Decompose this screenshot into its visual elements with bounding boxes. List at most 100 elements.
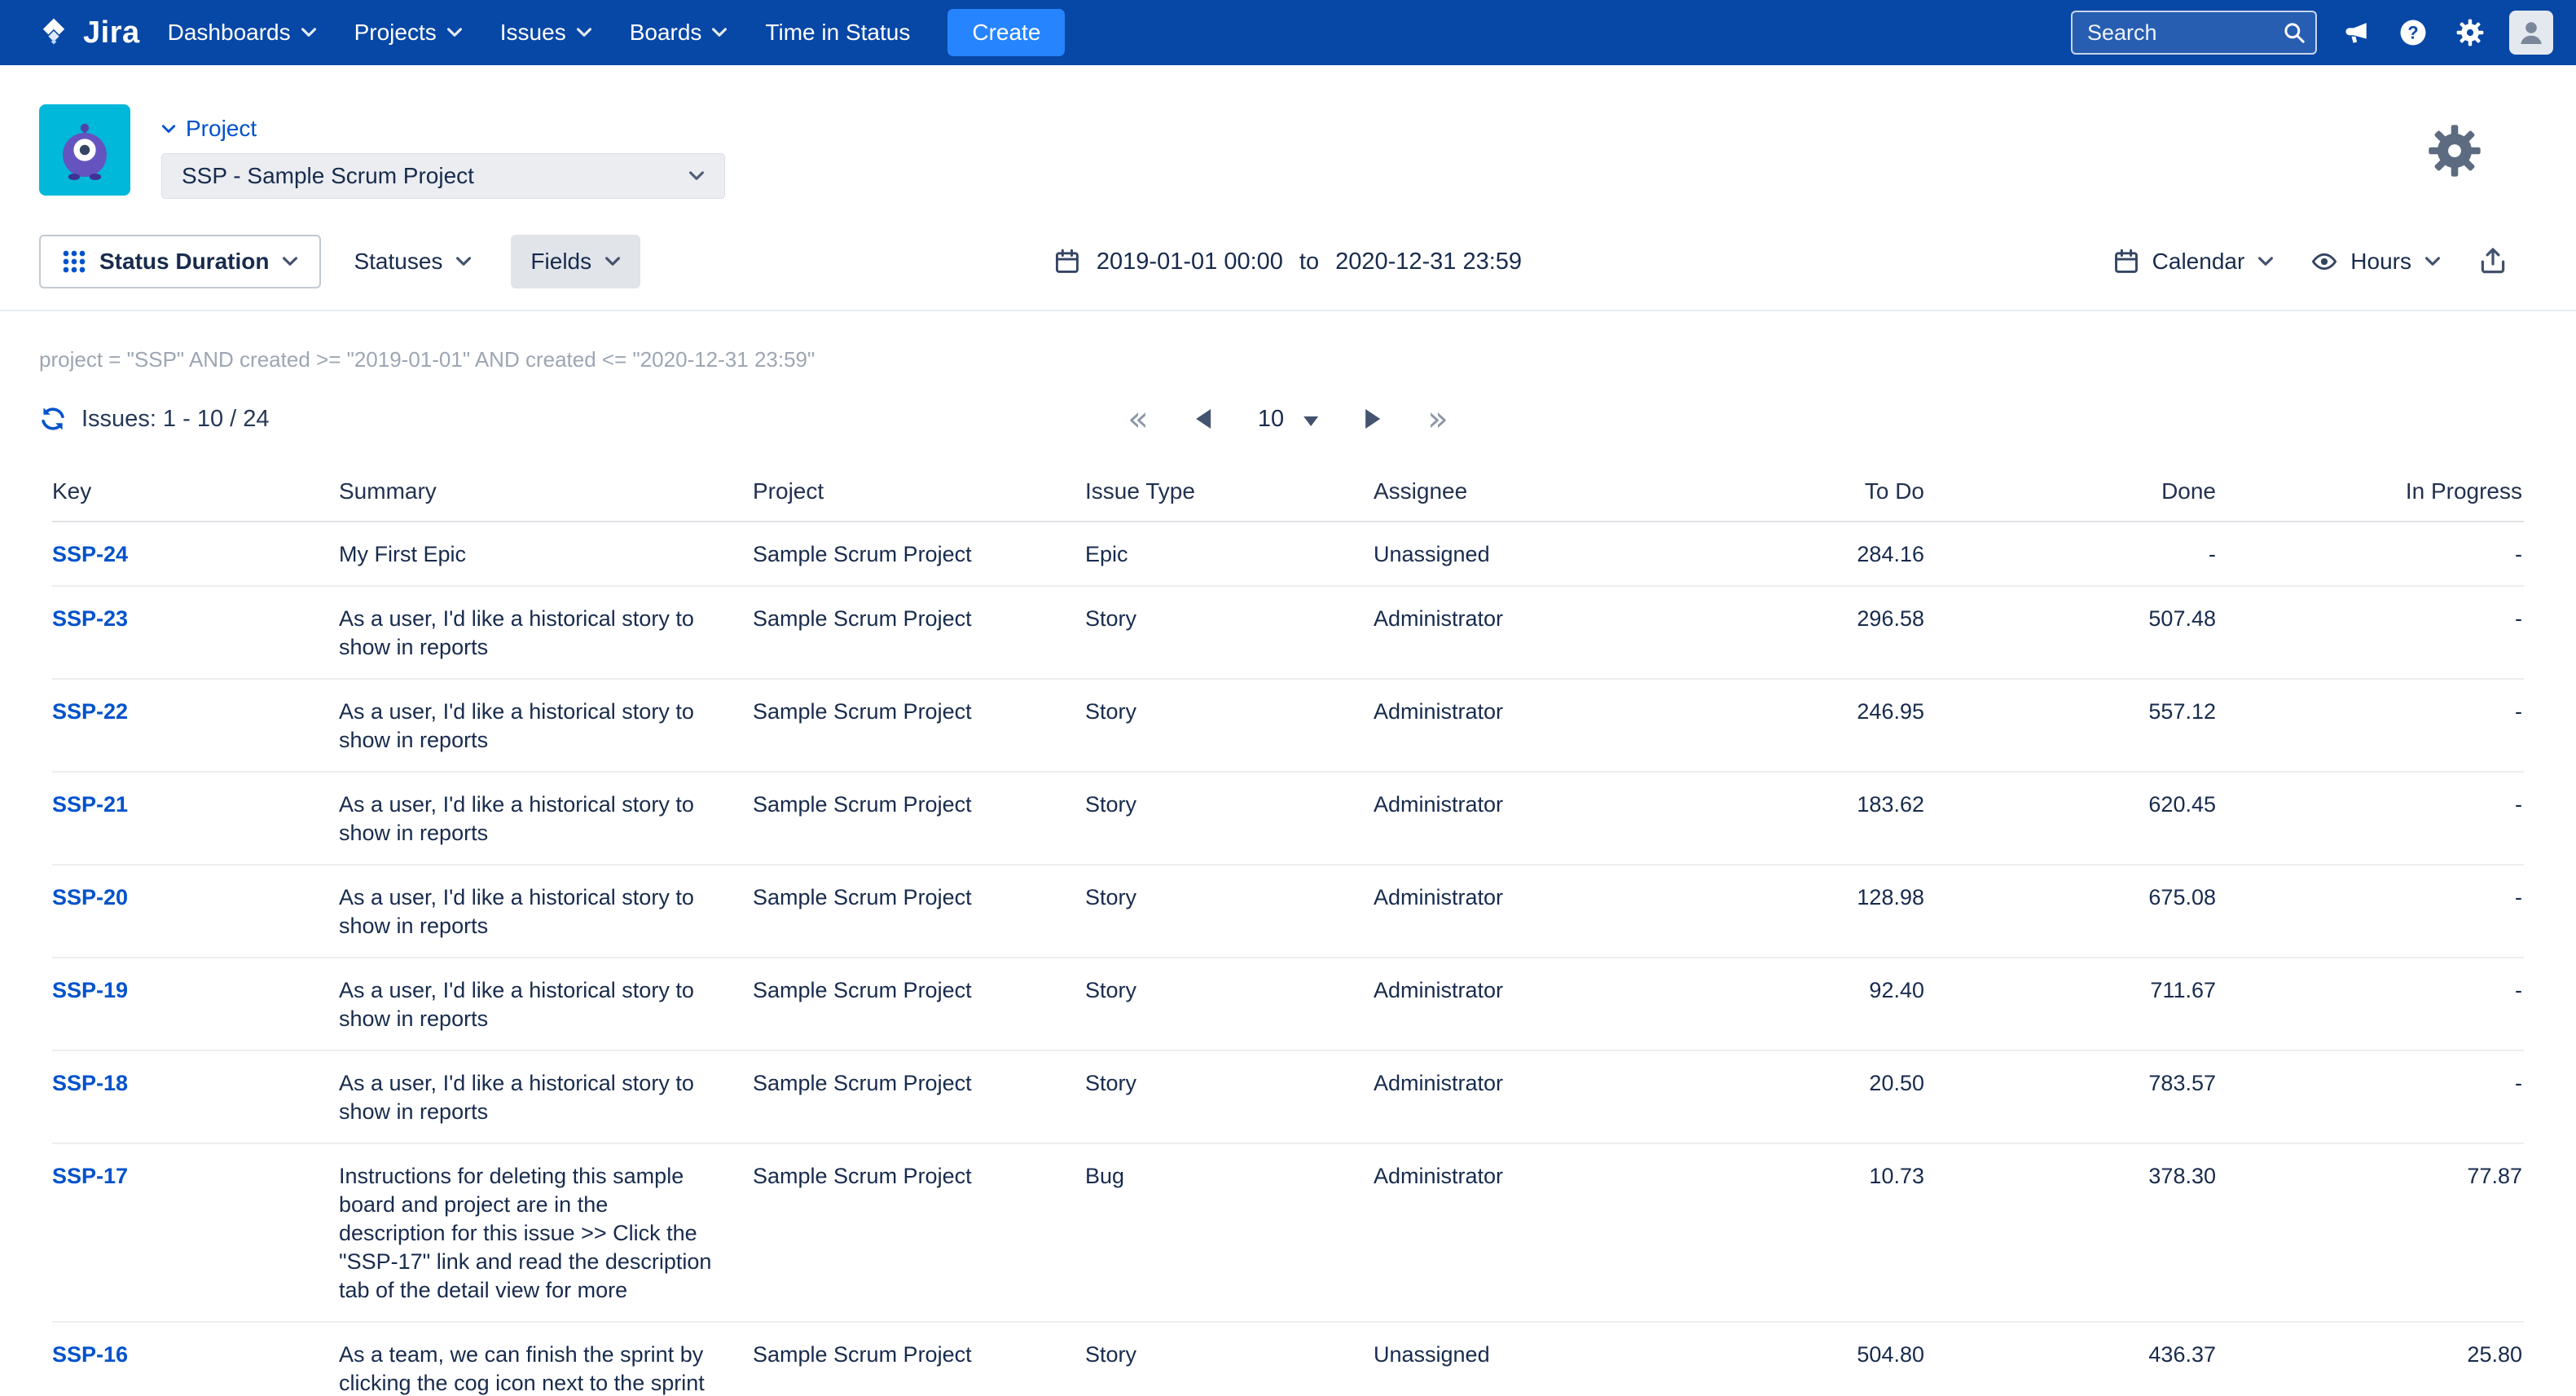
settings-button[interactable] [2452,15,2488,51]
table-row: SSP-23 As a user, I'd like a historical … [52,587,2524,680]
report-type-button[interactable]: Status Duration [39,235,321,288]
user-icon [2517,18,2546,47]
in-progress-cell: - [2216,976,2522,1005]
caret-down-icon [1303,416,1318,426]
chevron-down-icon [282,256,298,267]
last-page-icon: » [1427,399,1448,438]
jira-home-link[interactable]: Jira [0,15,168,51]
announcement-button[interactable] [2338,15,2374,51]
top-nav: Jira Dashboards Projects Issues Boards T… [0,0,2576,65]
create-button[interactable]: Create [947,9,1065,56]
nav-item-label: Boards [630,20,702,46]
status-duration-table: Key Summary Project Issue Type Assignee … [52,464,2524,1396]
chevron-down-icon [604,256,621,267]
key-cell: SSP-24 [52,540,339,569]
todo-cell: 92.40 [1659,976,1924,1005]
summary-cell: My First Epic [339,540,753,569]
hours-mode-button[interactable]: Hours [2311,235,2441,288]
search-icon [2283,21,2306,44]
table-row: SSP-19 As a user, I'd like a historical … [52,958,2524,1051]
project-cell: Sample Scrum Project [753,698,1085,726]
col-header-issue-type: Issue Type [1085,478,1374,504]
in-progress-cell: - [2216,698,2522,726]
gear-icon [2456,19,2484,46]
project-cell: Sample Scrum Project [753,883,1085,912]
project-cell: Sample Scrum Project [753,976,1085,1005]
chevron-down-icon [161,124,176,134]
prev-page-button[interactable] [1196,409,1211,429]
date-to: 2020-12-31 23:59 [1335,249,1522,275]
report-type-label: Status Duration [99,249,269,275]
first-page-icon: « [1128,399,1149,438]
first-page-button[interactable]: « [1128,402,1149,436]
key-cell: SSP-18 [52,1069,339,1098]
jira-logo-icon [36,15,72,51]
in-progress-cell: 77.87 [2216,1162,2522,1191]
issue-key-link[interactable]: SSP-17 [52,1164,128,1188]
issues-count-label: Issues: 1 - 10 / 24 [81,406,270,433]
chevron-down-icon [2424,256,2441,267]
issue-key-link[interactable]: SSP-19 [52,978,128,1002]
statuses-label: Statuses [354,249,442,275]
issue-type-cell: Story [1085,883,1374,912]
issue-type-cell: Epic [1085,540,1374,569]
issue-key-link[interactable]: SSP-23 [52,606,128,631]
in-progress-cell: - [2216,540,2522,569]
issue-key-link[interactable]: SSP-24 [52,542,128,566]
calendar-mode-button[interactable]: Calendar [2113,235,2275,288]
statuses-button[interactable]: Statuses [336,235,490,288]
search-input[interactable] [2071,11,2317,55]
project-cell: Sample Scrum Project [753,1341,1085,1369]
done-cell: 378.30 [1924,1162,2216,1191]
nav-item-boards[interactable]: Boards [630,20,728,46]
issue-key-link[interactable]: SSP-21 [52,792,128,817]
nav-item-label: Time in Status [765,20,910,46]
nav-item-time-in-status[interactable]: Time in Status [765,20,910,46]
project-section-label: Project [186,116,257,142]
jql-query-text: project = "SSP" AND created >= "2019-01-… [0,311,2576,372]
in-progress-cell: - [2216,1069,2522,1098]
in-progress-cell: - [2216,883,2522,912]
key-cell: SSP-21 [52,790,339,819]
issue-key-link[interactable]: SSP-18 [52,1071,128,1095]
nav-item-issues[interactable]: Issues [500,20,592,46]
page-size-value: 10 [1258,406,1284,433]
project-section-toggle[interactable]: Project [161,116,257,142]
fields-button[interactable]: Fields [511,235,640,288]
search-box [2071,11,2317,55]
project-select[interactable]: SSP - Sample Scrum Project [161,153,725,199]
report-settings-button[interactable] [2428,124,2481,180]
issue-key-link[interactable]: SSP-22 [52,699,128,724]
done-cell: - [1924,540,2216,569]
page-size-select[interactable]: 10 [1258,406,1318,433]
help-button[interactable] [2395,15,2431,51]
todo-cell: 246.95 [1659,698,1924,726]
summary-cell: Instructions for deleting this sample bo… [339,1162,753,1305]
issue-key-link[interactable]: SSP-16 [52,1342,128,1367]
toolbar: Status Duration Statuses Fields 2019-01-… [0,199,2576,311]
user-avatar[interactable] [2509,11,2553,55]
nav-item-projects[interactable]: Projects [354,20,463,46]
done-cell: 783.57 [1924,1069,2216,1098]
issue-type-cell: Story [1085,976,1374,1005]
pagination: « 10 » [1128,402,1448,436]
project-cell: Sample Scrum Project [753,1069,1085,1098]
col-header-in-progress: In Progress [2216,478,2522,504]
assignee-cell: Administrator [1374,698,1659,726]
table-row: SSP-21 As a user, I'd like a historical … [52,773,2524,865]
in-progress-cell: - [2216,605,2522,633]
export-button[interactable] [2478,246,2508,278]
todo-cell: 20.50 [1659,1069,1924,1098]
summary-cell: As a user, I'd like a historical story t… [339,976,753,1033]
help-icon [2399,19,2427,46]
calendar-icon [2113,249,2139,275]
refresh-button[interactable] [39,405,67,433]
issue-key-link[interactable]: SSP-20 [52,885,128,909]
key-cell: SSP-20 [52,883,339,912]
hours-mode-label: Hours [2350,249,2411,275]
next-page-button[interactable] [1365,409,1380,429]
date-range[interactable]: 2019-01-01 00:00 to 2020-12-31 23:59 [1054,249,1522,275]
calendar-mode-label: Calendar [2152,249,2245,275]
last-page-button[interactable]: » [1427,402,1448,436]
nav-item-dashboards[interactable]: Dashboards [168,20,317,46]
